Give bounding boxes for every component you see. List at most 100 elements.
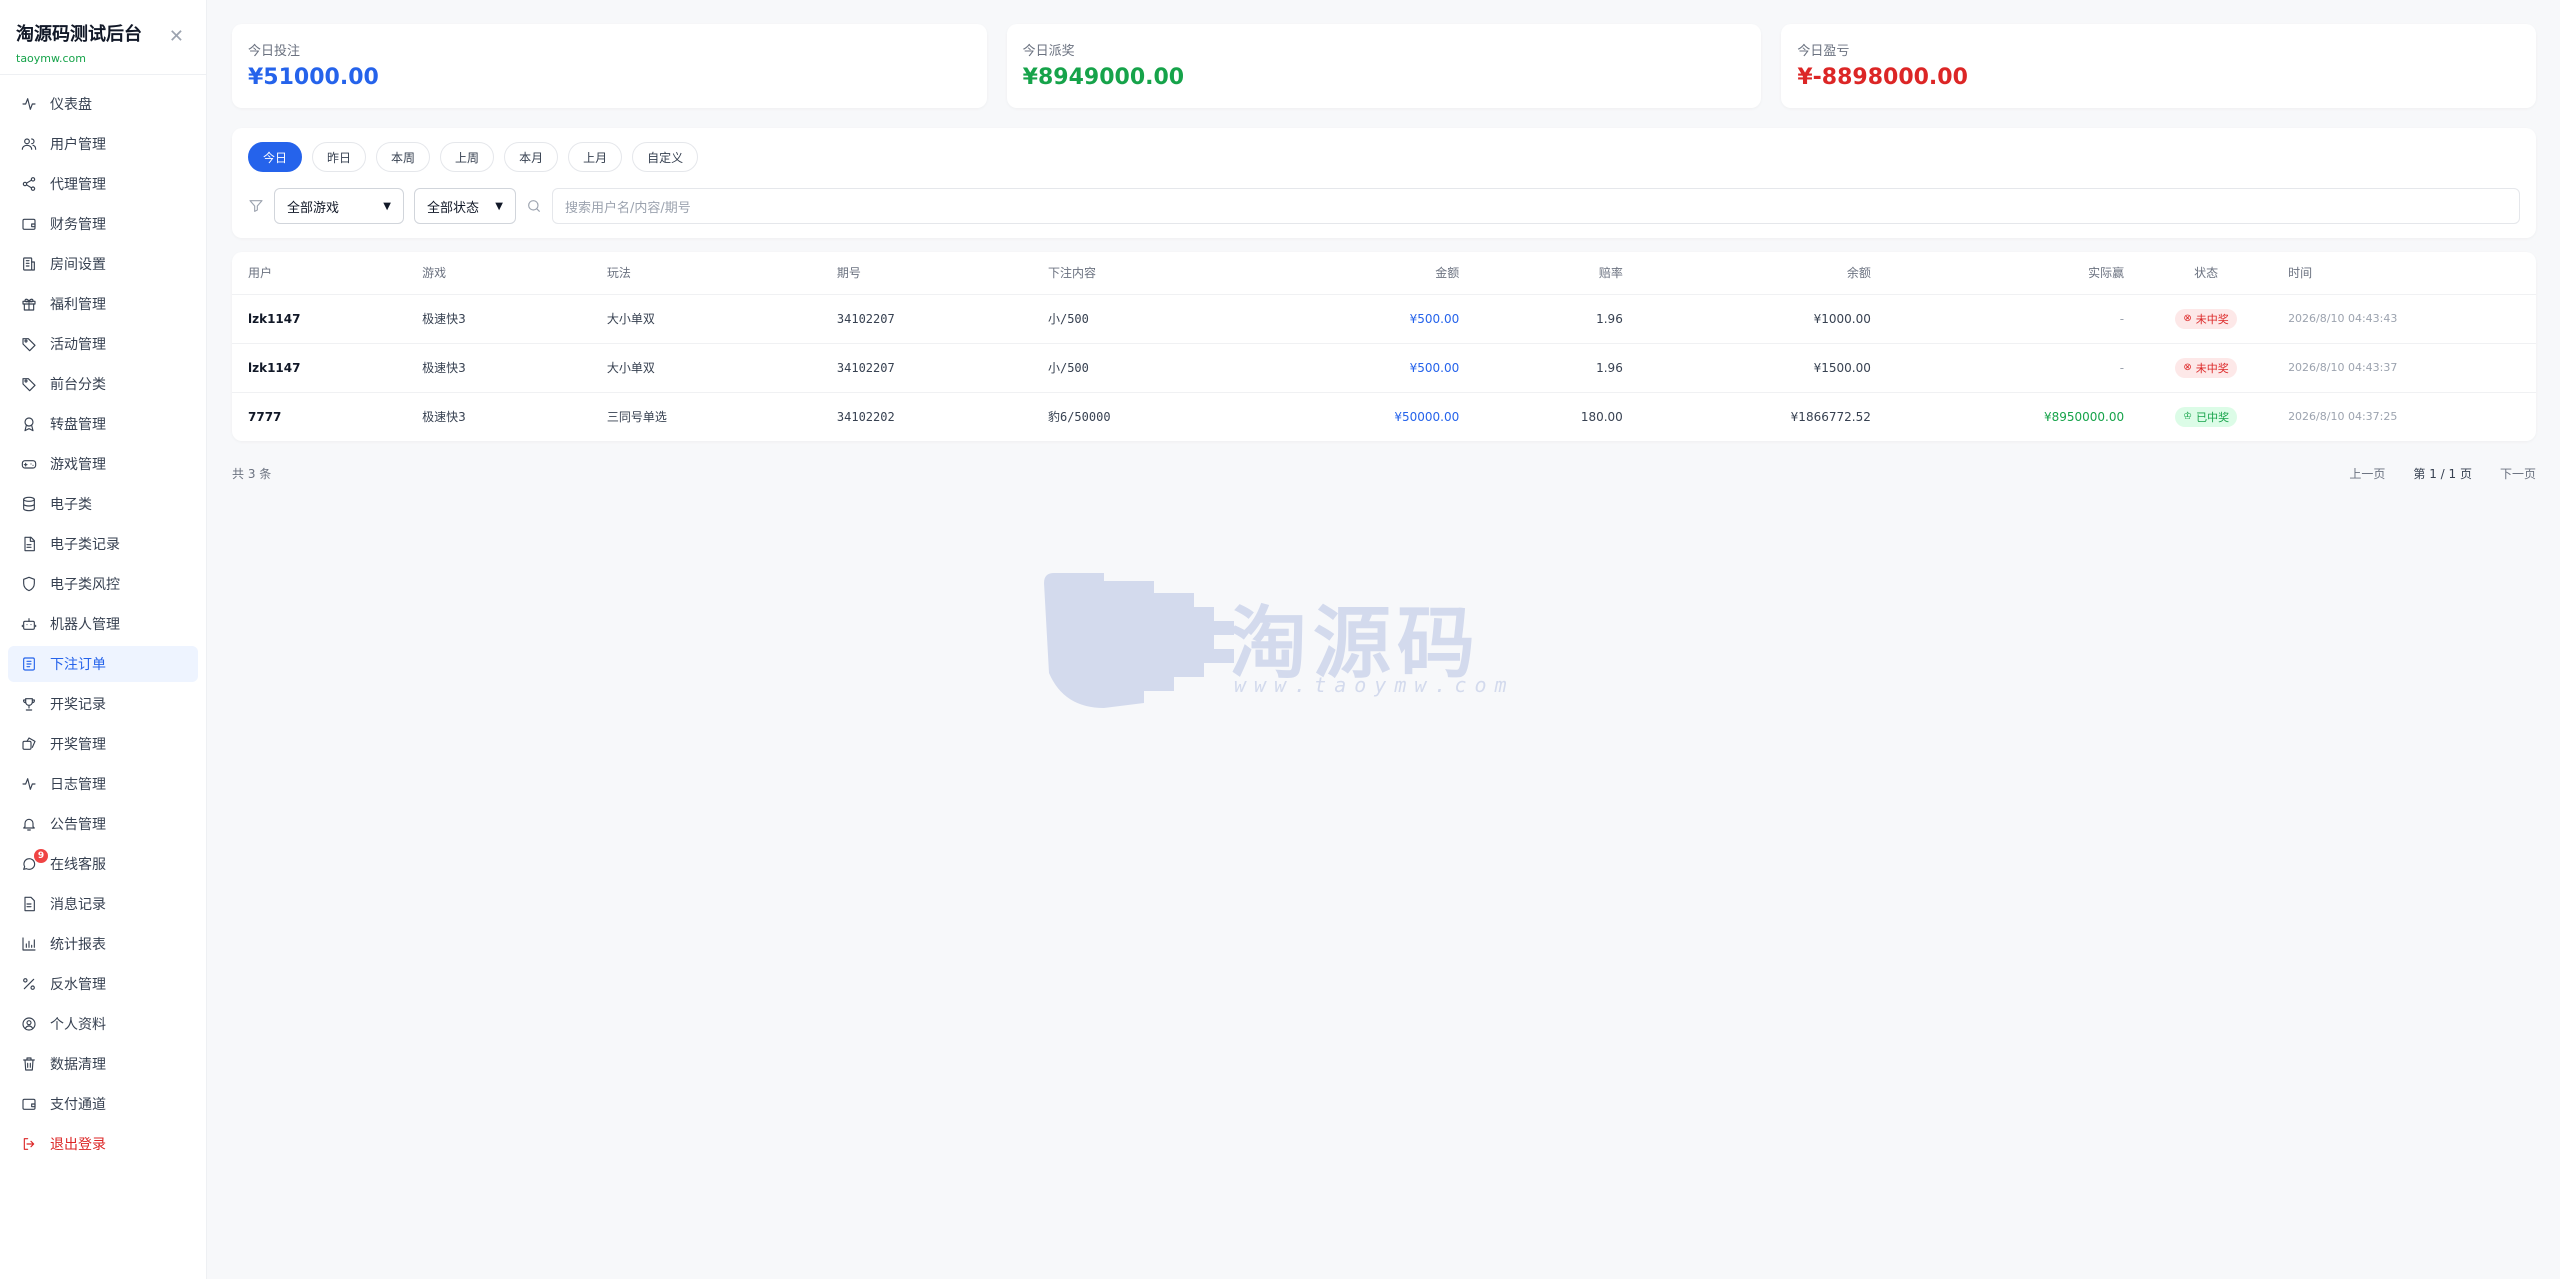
sidebar-item-8[interactable]: 转盘管理	[8, 406, 198, 442]
date-tab[interactable]: 上周	[440, 142, 495, 172]
database-icon	[20, 495, 38, 513]
stat-label: 今日投注	[248, 44, 301, 59]
tag-icon	[20, 335, 38, 353]
status-badge: ♔ 已中奖	[2175, 406, 2238, 427]
stats-row: 今日投注 ¥51000.00 今日派奖 ¥8949000.00 今日盈亏 ¥-889800…	[232, 24, 2537, 108]
pager-controls: 上一页 第 1 / 1 页 下一页	[2349, 465, 2536, 482]
sidebar-item-16[interactable]: 开奖管理	[8, 726, 198, 762]
prev-page-button[interactable]: 上一页	[2349, 465, 2385, 482]
column-header: 实际赢	[1886, 252, 2141, 295]
sidebar-item-label: 代理管理	[50, 177, 106, 193]
sidebar-item-5[interactable]: 福利管理	[8, 286, 198, 322]
sidebar-item-label: 房间设置	[50, 257, 106, 273]
next-page-button[interactable]: 下一页	[2500, 465, 2536, 482]
sidebar-item-21[interactable]: 统计报表	[8, 926, 198, 962]
content-cell: 小/500	[1031, 343, 1244, 393]
sidebar-item-6[interactable]: 活动管理	[8, 326, 198, 362]
sidebar-item-1[interactable]: 用户管理	[8, 126, 198, 162]
sidebar-item-14[interactable]: 下注订单	[8, 646, 198, 682]
sidebar-item-17[interactable]: 日志管理	[8, 766, 198, 802]
sidebar: 淘源码测试后台 taoymw.com ✕ 仪表盘用户管理代理管理财务管理房间设置…	[0, 0, 207, 1279]
sidebar-item-label: 统计报表	[50, 937, 106, 953]
sidebar-item-11[interactable]: 电子类记录	[8, 526, 198, 562]
date-tab[interactable]: 今日	[248, 142, 303, 172]
game-select[interactable]: 全部游戏 ▼	[274, 188, 404, 224]
bot-icon	[20, 615, 38, 633]
pulse-icon	[20, 775, 38, 793]
stat-label: 今日派奖	[1022, 44, 1075, 59]
user-circle-icon	[20, 1015, 38, 1033]
odds-cell: 180.00	[1580, 409, 1623, 424]
x-circle-icon: ⊗	[2183, 362, 2192, 373]
status-select[interactable]: 全部状态 ▼	[414, 188, 516, 224]
date-tabs: 今日 昨日 本周 上周 本月 上月 自定义	[248, 142, 2520, 172]
chart-icon	[20, 935, 38, 953]
sidebar-item-15[interactable]: 开奖记录	[8, 686, 198, 722]
brand-header: 淘源码测试后台 taoymw.com ✕	[0, 0, 206, 75]
column-header: 赔率	[1475, 252, 1639, 295]
sidebar-item-2[interactable]: 代理管理	[8, 166, 198, 202]
search-placeholder: 搜索用户名/内容/期号	[565, 200, 691, 216]
table-row[interactable]: lzk1147 极速快3 大小单双 34102207 小/500 ¥500.00 1.96 ¥…	[232, 343, 2536, 393]
sidebar-item-18[interactable]: 公告管理	[8, 806, 198, 842]
date-tab[interactable]: 自定义	[632, 142, 699, 172]
date-tab[interactable]: 本月	[504, 142, 559, 172]
date-tab[interactable]: 昨日	[312, 142, 367, 172]
table-row[interactable]: 7777 极速快3 三同号单选 34102202 豹6/50000 ¥50000.00 18…	[232, 392, 2536, 441]
game-select-value: 全部游戏	[287, 200, 340, 216]
activity-icon	[20, 95, 38, 113]
close-icon[interactable]: ✕	[169, 26, 184, 47]
date-tab[interactable]: 上月	[568, 142, 623, 172]
sidebar-item-0[interactable]: 仪表盘	[8, 86, 198, 122]
sidebar-item-25[interactable]: 支付通道	[8, 1086, 198, 1122]
sidebar-item-12[interactable]: 电子类风控	[8, 566, 198, 602]
award-icon	[20, 415, 38, 433]
sidebar-item-20[interactable]: 消息记录	[8, 886, 198, 922]
sidebar-item-19[interactable]: 9 在线客服	[8, 846, 198, 882]
sidebar-item-13[interactable]: 机器人管理	[8, 606, 198, 642]
sidebar-item-10[interactable]: 电子类	[8, 486, 198, 522]
play-cell: 大小单双	[590, 294, 821, 344]
column-header: 游戏	[406, 252, 591, 295]
stat-label: 今日盈亏	[1797, 44, 1850, 59]
brand-title: 淘源码测试后台	[16, 24, 142, 45]
sidebar-item-24[interactable]: 数据清理	[8, 1046, 198, 1082]
time-cell: 2026/8/10 04:37:25	[2288, 410, 2398, 424]
page-info: 第 1 / 1 页	[2413, 467, 2472, 481]
wallet-icon	[20, 215, 38, 233]
payout-cell: -	[1886, 294, 2141, 344]
column-header: 余额	[1638, 252, 1887, 295]
sidebar-item-label: 开奖记录	[50, 697, 106, 713]
search-input[interactable]: 搜索用户名/内容/期号	[552, 188, 2520, 224]
sidebar-item-label: 财务管理	[50, 217, 106, 233]
user-cell: lzk1147	[232, 294, 407, 344]
status-cell: ⊗ 未中奖	[2140, 294, 2273, 344]
sidebar-item-4[interactable]: 房间设置	[8, 246, 198, 282]
column-header: 时间	[2272, 252, 2536, 295]
column-header: 玩法	[590, 252, 821, 295]
users-icon	[20, 135, 38, 153]
sidebar-item-26[interactable]: 退出登录	[8, 1126, 198, 1162]
payout-cell: -	[1886, 343, 2141, 393]
sidebar-item-label: 活动管理	[50, 337, 106, 353]
filter-row: 全部游戏 ▼ 全部状态 ▼ 搜索用户名/内容/期号	[248, 188, 2520, 224]
sidebar-item-9[interactable]: 游戏管理	[8, 446, 198, 482]
column-header: 金额	[1243, 252, 1476, 295]
sidebar-item-7[interactable]: 前台分类	[8, 366, 198, 402]
table-row[interactable]: lzk1147 极速快3 大小单双 34102207 小/500 ¥500.00 1.96 ¥…	[232, 294, 2536, 344]
amount-cell: ¥500.00	[1243, 343, 1476, 393]
logout-icon	[20, 1135, 38, 1153]
brand-subtitle: taoymw.com	[16, 52, 86, 65]
date-tab[interactable]: 本周	[376, 142, 431, 172]
watermark-url: www.taoymw.com	[1234, 673, 1515, 697]
status-text: 未中奖	[2195, 312, 2229, 326]
user-cell: lzk1147	[232, 343, 407, 393]
sidebar-item-label: 机器人管理	[50, 617, 120, 633]
trophy-icon	[20, 695, 38, 713]
sidebar-item-3[interactable]: 财务管理	[8, 206, 198, 242]
sidebar-nav: 仪表盘用户管理代理管理财务管理房间设置福利管理活动管理前台分类转盘管理游戏管理电…	[0, 75, 206, 1162]
chevron-down-icon: ▼	[495, 200, 503, 212]
content-cell: 小/500	[1031, 294, 1244, 344]
sidebar-item-23[interactable]: 个人资料	[8, 1006, 198, 1042]
sidebar-item-22[interactable]: 反水管理	[8, 966, 198, 1002]
